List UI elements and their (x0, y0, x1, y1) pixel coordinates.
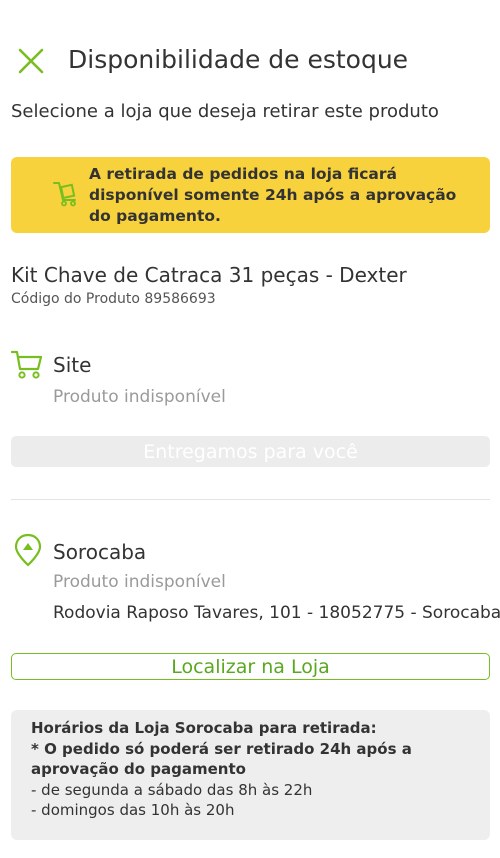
pickup-cart-icon (53, 182, 76, 207)
store-name: Sorocaba (53, 540, 147, 564)
weekday-hours: - de segunda a sábado das 8h às 22h (31, 780, 313, 799)
pickup-notice-banner: A retirada de pedidos na loja ficará dis… (11, 157, 490, 233)
product-code: Código do Produto 89586693 (11, 291, 216, 307)
close-icon[interactable] (16, 46, 46, 76)
deliver-to-you-button[interactable]: Entregamos para você (11, 436, 490, 467)
locate-in-store-button[interactable]: Localizar na Loja (11, 653, 490, 680)
pickup-notice-text: A retirada de pedidos na loja ficará dis… (89, 165, 457, 225)
product-name: Kit Chave de Catraca 31 peças - Dexter (11, 263, 407, 287)
store-hours-panel: Horários da Loja Sorocaba para retirada:… (11, 710, 490, 840)
modal-header: Disponibilidade de estoque Selecione a l… (0, 0, 500, 122)
pickup-approval-note: * O pedido só poderá ser retirado 24h ap… (31, 739, 412, 779)
store-hours-title: Horários da Loja Sorocaba para retirada: (31, 719, 377, 737)
sunday-hours: - domingos das 10h às 20h (31, 801, 235, 819)
page-subtitle: Selecione a loja que deseja retirar este… (11, 101, 439, 122)
cart-icon (10, 350, 43, 379)
location-pin-icon (14, 533, 42, 567)
store-address: Rodovia Raposo Tavares, 101 - 18052775 -… (53, 603, 500, 623)
site-availability-status: Produto indisponível (53, 387, 226, 407)
store-availability-status: Produto indisponível (53, 572, 226, 592)
site-label: Site (53, 353, 92, 377)
page-title: Disponibilidade de estoque (68, 45, 409, 74)
section-divider (11, 499, 490, 500)
